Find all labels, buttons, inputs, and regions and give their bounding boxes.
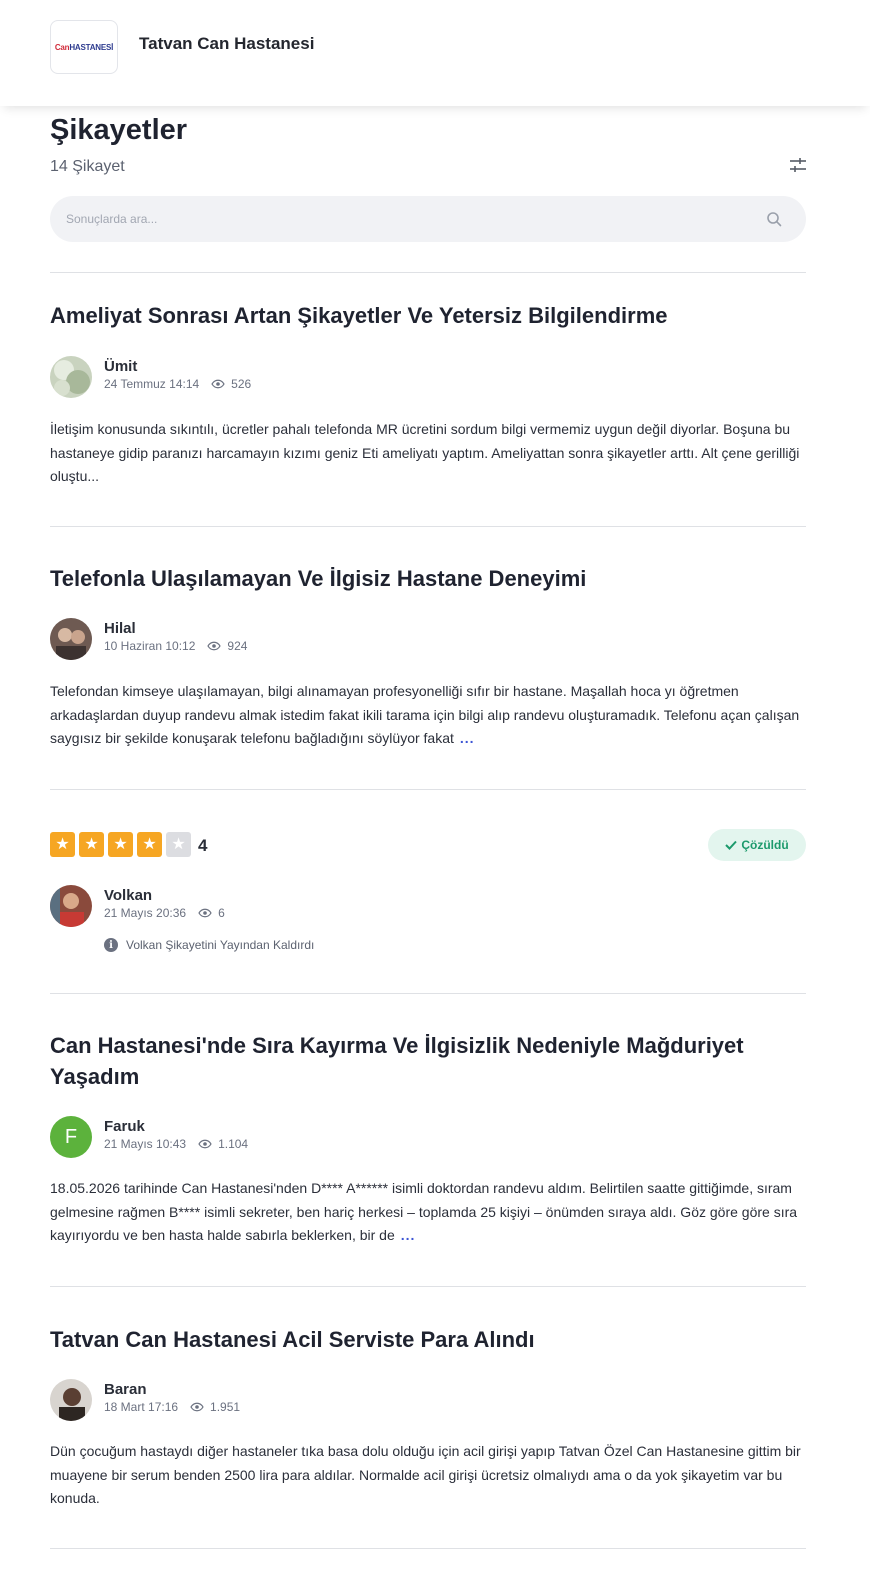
view-count: 924 bbox=[227, 639, 248, 653]
read-more-link[interactable]: ... bbox=[401, 1227, 416, 1243]
view-count: 1.951 bbox=[210, 1400, 241, 1414]
star-icon: ★ bbox=[108, 832, 133, 857]
avatar: F bbox=[50, 1116, 92, 1158]
star-rating: ★ ★ ★ ★ ★ bbox=[50, 832, 191, 857]
excerpt-text: Telefondan kimseye ulaşılamayan, bilgi a… bbox=[50, 683, 800, 746]
post-date: 21 Mayıs 20:36 bbox=[104, 906, 187, 920]
post-meta: 18 Mart 17:16 1.951 bbox=[104, 1400, 240, 1414]
post-date: 10 Haziran 10:12 bbox=[104, 639, 196, 653]
status-badge: Çözüldü bbox=[708, 829, 806, 861]
view-count: 1.104 bbox=[218, 1137, 249, 1151]
excerpt-text: İletişim konusunda sıkıntılı, ücretler p… bbox=[50, 421, 800, 484]
avatar bbox=[50, 885, 92, 927]
excerpt-text: Dün çocuğum hastaydı diğer hastaneler tı… bbox=[50, 1443, 801, 1506]
complaint-title[interactable]: Can Hastanesi'nde Sıra Kayırma Ve İlgisi… bbox=[50, 1030, 806, 1092]
divider bbox=[50, 993, 806, 994]
brand-name[interactable]: Tatvan Can Hastanesi bbox=[139, 34, 314, 54]
complaint-excerpt[interactable]: Dün çocuğum hastaydı diğer hastaneler tı… bbox=[50, 1440, 810, 1511]
excerpt-text: 18.05.2026 tarihinde Can Hastanesi'nden … bbox=[50, 1180, 798, 1243]
author-name[interactable]: Ümit bbox=[104, 358, 137, 375]
post-date: 18 Mart 17:16 bbox=[104, 1400, 179, 1414]
rating-value: 4 bbox=[198, 836, 208, 855]
post-date: 21 Mayıs 10:43 bbox=[104, 1137, 187, 1151]
star-icon: ★ bbox=[137, 832, 162, 857]
post-meta: 21 Mayıs 10:43 1.104 bbox=[104, 1137, 248, 1151]
search-input[interactable] bbox=[50, 196, 750, 242]
avatar bbox=[50, 1379, 92, 1421]
author-name[interactable]: Baran bbox=[104, 1381, 147, 1398]
avatar bbox=[50, 618, 92, 660]
star-empty-icon: ★ bbox=[166, 832, 191, 857]
divider bbox=[50, 272, 806, 273]
removed-notice: i Volkan Şikayetini Yayından Kaldırdı bbox=[104, 938, 314, 952]
post-meta: 21 Mayıs 20:36 6 bbox=[104, 906, 225, 920]
eye-icon bbox=[198, 1139, 212, 1149]
complaint-excerpt[interactable]: İletişim konusunda sıkıntılı, ücretler p… bbox=[50, 418, 810, 489]
author-name[interactable]: Faruk bbox=[104, 1118, 145, 1135]
complaint-excerpt[interactable]: 18.05.2026 tarihinde Can Hastanesi'nden … bbox=[50, 1177, 810, 1248]
view-count: 6 bbox=[218, 906, 225, 920]
search-bar bbox=[50, 196, 806, 242]
post-date: 24 Temmuz 14:14 bbox=[104, 377, 200, 391]
eye-icon bbox=[211, 379, 225, 389]
check-icon bbox=[725, 840, 738, 850]
divider bbox=[50, 1548, 806, 1549]
post-meta: 10 Haziran 10:12 924 bbox=[104, 639, 247, 653]
sliders-icon[interactable] bbox=[788, 155, 808, 175]
info-icon: i bbox=[104, 938, 118, 952]
view-count: 526 bbox=[231, 377, 252, 391]
complaint-count: 14 Şikayet bbox=[50, 158, 125, 175]
page-title: Şikayetler bbox=[50, 114, 188, 146]
eye-icon bbox=[190, 1402, 204, 1412]
eye-icon bbox=[207, 641, 222, 651]
hospital-logo[interactable]: CanHASTANESİ bbox=[50, 20, 118, 74]
read-more-link[interactable]: ... bbox=[460, 730, 475, 746]
top-header: CanHASTANESİ Tatvan Can Hastanesi bbox=[0, 0, 870, 106]
status-text: Çözüldü bbox=[741, 838, 789, 852]
logo-text: CanHASTANESİ bbox=[54, 42, 114, 52]
divider bbox=[50, 789, 806, 790]
divider bbox=[50, 526, 806, 527]
complaint-title[interactable]: Telefonla Ulaşılamayan Ve İlgisiz Hastan… bbox=[50, 563, 806, 594]
eye-icon bbox=[198, 908, 212, 918]
author-name[interactable]: Volkan bbox=[104, 887, 152, 904]
star-icon: ★ bbox=[50, 832, 75, 857]
notice-text: Volkan Şikayetini Yayından Kaldırdı bbox=[126, 938, 315, 952]
author-name[interactable]: Hilal bbox=[104, 620, 136, 637]
post-meta: 24 Temmuz 14:14 526 bbox=[104, 377, 251, 391]
divider bbox=[50, 1286, 806, 1287]
complaint-title[interactable]: Tatvan Can Hastanesi Acil Serviste Para … bbox=[50, 1324, 806, 1355]
complaint-title[interactable]: Ameliyat Sonrası Artan Şikayetler Ve Yet… bbox=[50, 300, 806, 331]
complaint-excerpt[interactable]: Telefondan kimseye ulaşılamayan, bilgi a… bbox=[50, 680, 810, 751]
search-icon[interactable] bbox=[766, 211, 782, 227]
avatar bbox=[50, 356, 92, 398]
star-icon: ★ bbox=[79, 832, 104, 857]
